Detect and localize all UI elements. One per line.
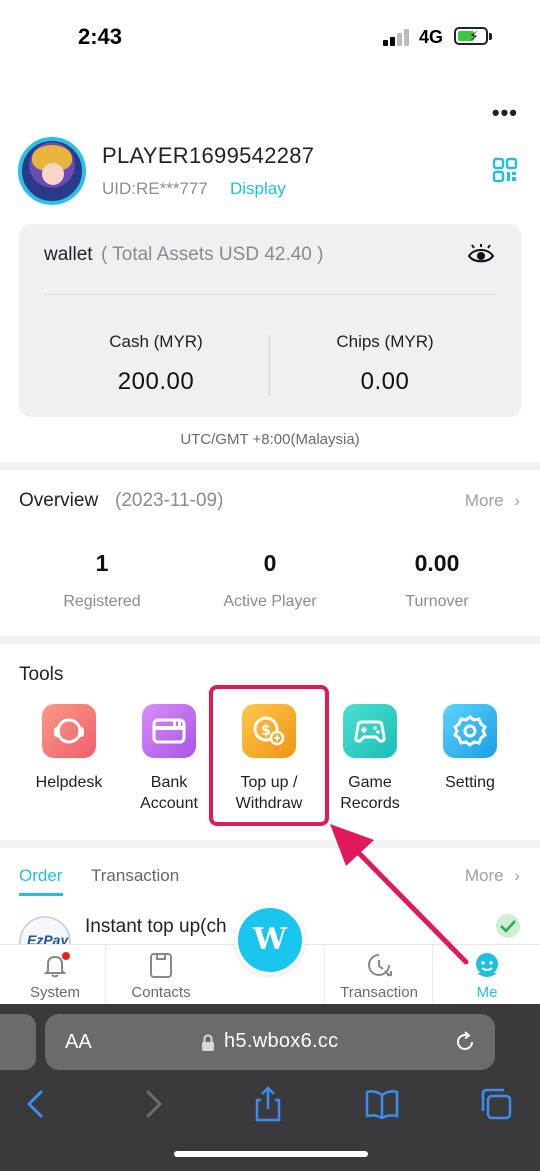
section-divider [0, 840, 540, 848]
previous-tab-pill[interactable] [0, 1014, 36, 1070]
eye-icon[interactable] [467, 244, 495, 266]
check-icon [496, 914, 520, 938]
status-time: 2:43 [78, 24, 123, 49]
stat-value: 0.00 [414, 550, 460, 576]
cash-label: Cash (MYR) [109, 332, 203, 351]
battery-icon: ⚡ [454, 27, 492, 45]
url-text: h5.wbox6.cc [224, 1030, 339, 1052]
tab-active-indicator [19, 893, 63, 896]
tool-bank-account[interactable]: Bank Account [119, 704, 219, 814]
helpdesk-icon [42, 704, 96, 758]
player-uid: UID:RE***777 [102, 179, 208, 198]
stat-registered: 1 Registered [17, 550, 187, 611]
overview-date: (2023-11-09) [115, 490, 224, 511]
order-item-title[interactable]: Instant top up(ch [85, 916, 227, 938]
highlight-box [209, 685, 329, 826]
stat-label: Turnover [405, 593, 469, 610]
reload-icon[interactable] [453, 1030, 477, 1054]
forward-icon[interactable] [133, 1084, 173, 1124]
lock-icon [202, 1034, 214, 1051]
order-more-link[interactable]: More › [465, 866, 520, 886]
more-dots-icon[interactable]: ••• [492, 100, 518, 126]
home-indicator [174, 1151, 368, 1157]
tab-transaction-nav[interactable]: Transaction [324, 945, 434, 1005]
network-label: 4G [419, 27, 444, 47]
wbox-logo-letter: W [253, 922, 287, 957]
tab-order[interactable]: Order [19, 866, 62, 886]
stat-value: 1 [95, 550, 109, 576]
section-divider [0, 636, 540, 644]
tab-me[interactable]: Me [432, 945, 540, 1005]
back-icon[interactable] [16, 1084, 56, 1124]
tab-label: Me [476, 984, 498, 1001]
tool-helpdesk[interactable]: Helpdesk [19, 704, 119, 793]
address-bar[interactable]: AA h5.wbox6.cc [45, 1014, 495, 1070]
notification-dot [61, 951, 71, 961]
tab-label: Contacts [131, 984, 191, 1001]
cash-balance: Cash (MYR) 200.00 [31, 332, 281, 396]
display-uid-link[interactable]: Display [230, 179, 286, 199]
tab-label: Transaction [340, 984, 418, 1001]
order-more-label: More [464, 866, 504, 885]
section-divider [0, 462, 540, 470]
tab-system[interactable]: System [0, 945, 110, 1005]
chevron-right-icon: › [514, 866, 520, 885]
tool-game-records[interactable]: Game Records [320, 704, 420, 814]
tabs-icon[interactable] [476, 1084, 516, 1124]
timezone-label: UTC/GMT +8:00(Malaysia) [180, 431, 360, 448]
tab-contacts[interactable]: Contacts [106, 945, 216, 1005]
gamepad-icon [343, 704, 397, 758]
chips-label: Chips (MYR) [336, 332, 434, 351]
chevron-right-icon: › [514, 491, 520, 510]
overview-title: Overview [19, 490, 99, 511]
overview-more-label: More [464, 491, 504, 510]
qr-code-icon[interactable] [492, 157, 518, 183]
tool-label: Bank [150, 774, 188, 791]
status-bar: 2:43 4G ⚡ [0, 0, 540, 72]
tool-label: Game [348, 774, 392, 791]
bank-card-icon [142, 704, 196, 758]
tool-label: Account [140, 795, 198, 812]
overview-more-link[interactable]: More › [465, 491, 520, 511]
clock-icon [365, 951, 393, 979]
cash-value: 200.00 [117, 368, 195, 395]
tool-label: Helpdesk [35, 774, 103, 791]
chips-balance: Chips (MYR) 0.00 [260, 332, 510, 396]
chips-value: 0.00 [360, 368, 410, 395]
contacts-icon [147, 951, 175, 979]
reader-aa-button[interactable]: AA [65, 1031, 92, 1054]
tools-title: Tools [19, 664, 64, 685]
wallet-total-assets: ( Total Assets USD 42.40 ) [101, 244, 324, 265]
gear-icon [443, 704, 497, 758]
bookmarks-icon[interactable] [362, 1084, 402, 1124]
stat-value: 0 [263, 550, 277, 576]
stat-active-player: 0 Active Player [185, 550, 355, 611]
stat-label: Active Player [223, 593, 317, 610]
tool-label: Setting [445, 774, 495, 791]
wbox-center-button[interactable]: W [235, 905, 305, 975]
browser-toolbar: AA h5.wbox6.cc [0, 1004, 540, 1171]
avatar[interactable] [18, 137, 86, 205]
tab-transaction[interactable]: Transaction [91, 866, 179, 886]
wallet-card: wallet ( Total Assets USD 42.40 ) Cash (… [19, 224, 521, 417]
bell-icon [41, 951, 71, 979]
stat-label: Registered [63, 593, 141, 610]
stat-turnover: 0.00 Turnover [352, 550, 522, 611]
wallet-divider [44, 294, 496, 295]
share-icon[interactable] [248, 1084, 288, 1124]
tab-label: System [29, 984, 80, 1001]
tool-setting[interactable]: Setting [420, 704, 520, 793]
tool-label: Records [340, 795, 400, 812]
me-avatar-icon [473, 951, 501, 979]
signal-icon [383, 29, 411, 46]
wallet-title: wallet [44, 244, 93, 265]
player-name: PLAYER1699542287 [102, 143, 315, 168]
